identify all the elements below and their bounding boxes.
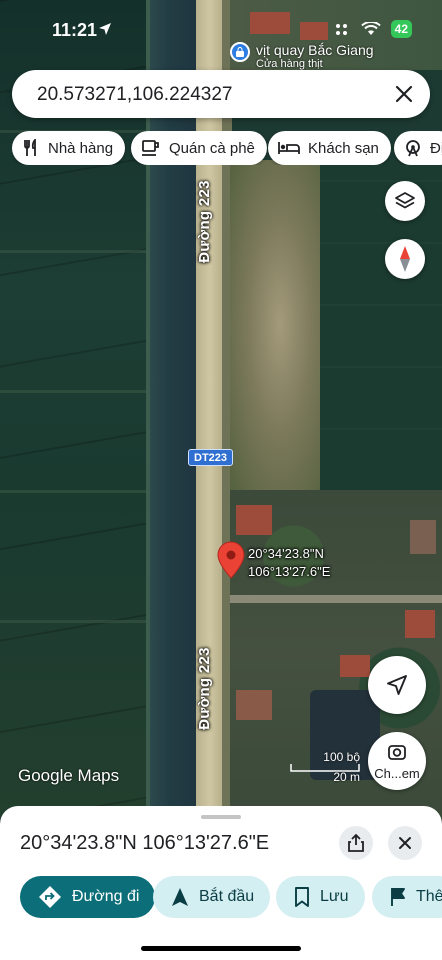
bookmark-icon xyxy=(295,887,309,907)
directions-label: Đường đi xyxy=(72,888,140,905)
chip-label: Quán cà phê xyxy=(169,139,255,157)
chip-label: Khách sạn xyxy=(308,139,379,157)
rooftop xyxy=(236,690,272,720)
compass-icon xyxy=(400,246,410,272)
chip-attractions[interactable]: Đị xyxy=(394,131,442,165)
camera-lens-icon xyxy=(388,745,406,760)
chip-cafes[interactable]: Quán cà phê xyxy=(131,131,267,165)
road-label: Đường 223 xyxy=(195,180,213,263)
chip-hotels[interactable]: Khách sạn xyxy=(268,131,391,165)
category-chips: Nhà hàng Quán cà phê Khách sạn Đị xyxy=(12,131,442,165)
pin-longitude: 106°13'27.6"E xyxy=(248,564,331,579)
share-icon xyxy=(348,834,364,852)
flag-icon xyxy=(391,888,405,906)
add-label-button[interactable]: Thê xyxy=(372,876,442,918)
field-divider xyxy=(0,390,160,393)
pin-latitude: 20°34'23.8"N xyxy=(248,546,324,561)
field-divider xyxy=(0,250,160,253)
add-label-label: Thê xyxy=(416,888,442,905)
bed-icon xyxy=(278,142,300,154)
drag-handle[interactable] xyxy=(201,815,241,819)
shopping-bag-icon xyxy=(230,42,250,62)
close-icon[interactable] xyxy=(392,82,416,106)
search-bar[interactable]: 20.573271,106.224327 xyxy=(12,70,430,118)
field-divider xyxy=(0,490,160,493)
rooftop xyxy=(236,505,272,535)
ferris-wheel-icon xyxy=(406,140,420,157)
google-maps-logo: Google Maps xyxy=(18,766,120,785)
coffee-icon xyxy=(142,140,159,156)
location-services-icon xyxy=(99,23,111,35)
field-divider xyxy=(0,620,160,623)
layers-icon xyxy=(395,192,415,209)
place-category: Cửa hàng thịt xyxy=(256,58,323,70)
close-icon xyxy=(399,837,411,849)
status-icons: 42 xyxy=(333,20,412,38)
location-pin-icon[interactable] xyxy=(217,541,245,579)
signal-icon xyxy=(335,24,347,35)
scale-feet: 100 bộ xyxy=(323,750,360,764)
directions-icon xyxy=(39,886,61,908)
directions-button[interactable]: Đường đi xyxy=(20,876,156,918)
start-button[interactable]: Bắt đầu xyxy=(153,876,271,918)
lens-button[interactable]: Ch...em xyxy=(368,732,426,790)
lens-label: Ch...em xyxy=(374,766,420,781)
route-shield: DT223 xyxy=(188,449,234,466)
my-location-button[interactable] xyxy=(368,656,426,714)
home-indicator[interactable] xyxy=(141,946,301,951)
coordinates-title: 20°34'23.8"N 106°13'27.6"E xyxy=(20,832,270,854)
save-button[interactable]: Lưu xyxy=(276,876,365,918)
battery-indicator: 42 xyxy=(390,20,412,38)
canal xyxy=(150,0,198,820)
rooftop xyxy=(405,610,435,638)
compass-button[interactable] xyxy=(385,239,425,279)
tree-fields xyxy=(320,160,442,490)
rice-fields xyxy=(0,0,160,820)
clock: 11:21 xyxy=(52,20,98,40)
status-bar: 11:21 42 xyxy=(0,0,442,56)
scale-meters: 20 m xyxy=(333,770,360,784)
rooftop xyxy=(340,655,370,677)
chip-label: Nhà hàng xyxy=(48,139,114,157)
navigation-arrow-icon xyxy=(172,888,188,906)
place-name: vịt quay Bắc Giang xyxy=(256,42,374,58)
sheet-close-button[interactable] xyxy=(388,826,422,860)
search-input[interactable]: 20.573271,106.224327 xyxy=(37,84,232,106)
navigation-arrow-icon xyxy=(387,675,407,695)
action-buttons: Đường đi Bắt đầu Lưu Thê xyxy=(0,876,442,918)
start-label: Bắt đầu xyxy=(199,888,255,905)
chip-label: Đị xyxy=(430,139,442,157)
rooftop xyxy=(410,520,436,554)
place-sheet[interactable]: 20°34'23.8"N 106°13'27.6"E Đường đi Bắt … xyxy=(0,806,442,960)
village-lane xyxy=(230,595,442,603)
nearby-place[interactable]: vịt quay Bắc Giang Cửa hàng thịt xyxy=(230,42,374,70)
wifi-icon xyxy=(360,22,381,35)
road-label: Đường 223 xyxy=(195,647,213,730)
layers-button[interactable] xyxy=(385,181,425,221)
share-button[interactable] xyxy=(339,826,373,860)
fork-knife-icon xyxy=(24,139,36,156)
cleared-land xyxy=(230,160,330,490)
map-scale: 100 bộ 20 m xyxy=(290,750,360,784)
chip-restaurants[interactable]: Nhà hàng xyxy=(12,131,126,165)
save-label: Lưu xyxy=(320,888,349,905)
pin-coordinates-label: 20°34'23.8"N 106°13'27.6"E xyxy=(248,545,330,581)
